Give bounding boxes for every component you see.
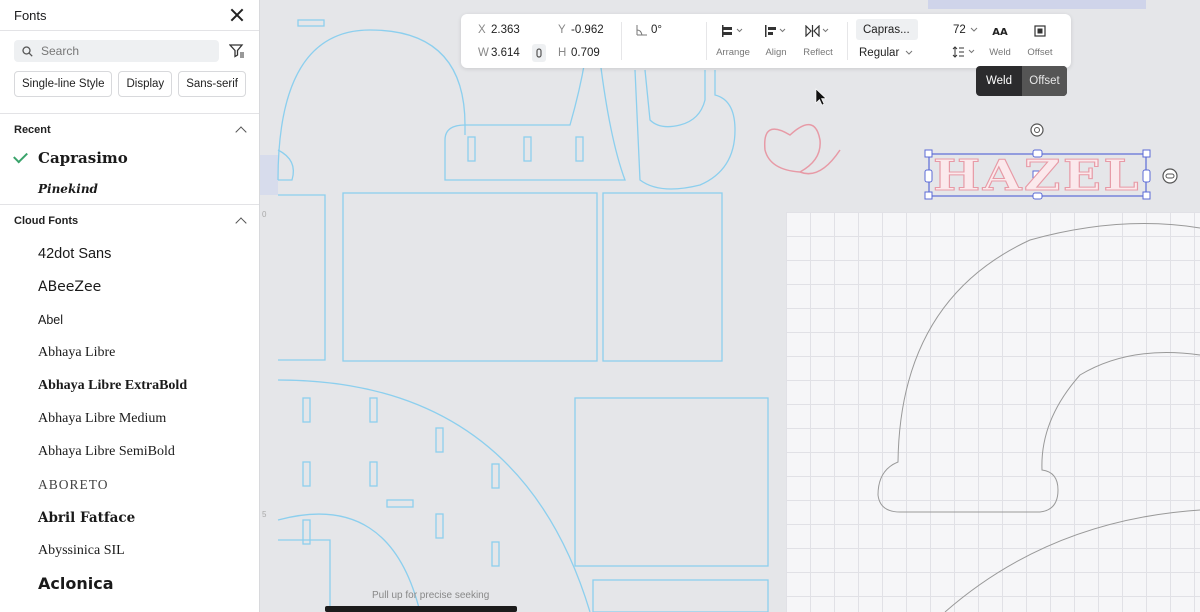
rainbow-shapes <box>877 223 1200 612</box>
resize-handle-icon[interactable] <box>1162 168 1178 184</box>
panel-left-shape <box>278 194 326 361</box>
align-button[interactable]: Align <box>757 14 795 68</box>
cloud-base-shape <box>444 59 626 181</box>
ruler-tick: 5 <box>262 510 267 519</box>
reflect-label: Reflect <box>803 47 833 58</box>
chevron-down-icon[interactable] <box>970 27 978 33</box>
arrange-label: Arrange <box>716 47 750 58</box>
slot-shape <box>491 463 500 489</box>
arrange-button[interactable]: Arrange <box>711 14 755 68</box>
slot-shape <box>302 461 311 487</box>
separator <box>847 22 848 60</box>
slot-shape <box>435 513 444 539</box>
slot-shape <box>491 541 500 567</box>
chevron-down-icon[interactable] <box>905 50 913 56</box>
lock-icon <box>536 48 542 58</box>
lock-ratio-button[interactable] <box>532 44 546 62</box>
rotation-field[interactable]: 0° <box>651 24 662 36</box>
seek-bar[interactable] <box>325 606 517 612</box>
cursor-icon <box>815 88 827 106</box>
cloud-outline-shape <box>634 69 736 190</box>
panel-side-shape <box>602 192 723 362</box>
big-arc-shape <box>277 379 591 612</box>
offset-label: Offset <box>1027 47 1053 58</box>
cloud-bump-shape <box>277 149 295 181</box>
slot-shape <box>297 19 325 27</box>
rotate-handle-icon[interactable] <box>1030 123 1044 137</box>
tooltip-weld: Weld <box>986 75 1012 87</box>
slot-shape <box>575 136 584 162</box>
slot-shape <box>523 136 532 162</box>
reflect-icon <box>805 25 829 37</box>
slot-shape <box>435 427 444 453</box>
rainbow-lower-shape <box>944 509 1200 612</box>
ruler-tick: 0 <box>262 210 267 219</box>
cloud-inner-shape <box>644 69 706 128</box>
hazel-text-object[interactable]: HAZEL <box>933 151 1141 201</box>
line-spacing-icon[interactable] <box>952 46 978 58</box>
y-value-field[interactable]: -0.962 <box>571 24 604 36</box>
slot-shape <box>386 499 414 508</box>
slot-shape <box>369 397 378 423</box>
separator <box>621 22 622 60</box>
ruler-highlight <box>260 155 278 195</box>
svg-text:AA: AA <box>992 27 1008 37</box>
font-size-field[interactable]: 72 <box>953 24 966 36</box>
h-value-field[interactable]: 0.709 <box>571 47 600 59</box>
slot-shape <box>467 136 476 162</box>
h-label: H <box>558 47 567 59</box>
x-value-field[interactable]: 2.363 <box>491 24 520 36</box>
weld-label: Weld <box>989 47 1011 58</box>
weld-button[interactable]: AA Weld <box>985 14 1015 68</box>
panel-front-shape <box>342 192 598 362</box>
offset-button[interactable]: Offset <box>1023 14 1057 68</box>
font-style-select[interactable]: Regular <box>859 47 899 59</box>
align-label: Align <box>765 47 787 58</box>
tooltip-offset: Offset <box>1022 66 1067 96</box>
w-label: W <box>478 47 489 59</box>
heart-shape <box>763 124 841 175</box>
properties-toolbar: X 2.363 Y -0.962 W 3.614 H 0.709 0° Arra… <box>461 14 1071 68</box>
panel-bottom-shape <box>592 579 769 612</box>
x-label: X <box>478 24 486 36</box>
separator <box>706 22 707 60</box>
w-value-field[interactable]: 3.614 <box>491 47 520 59</box>
weld-icon: AA <box>992 27 1008 37</box>
reflect-button[interactable]: Reflect <box>797 14 839 68</box>
rainbow-inner-shape <box>877 352 1200 513</box>
seek-hint: Pull up for precise seeking <box>372 590 490 601</box>
cloud-arc-shape <box>277 29 466 181</box>
rotation-icon <box>636 25 647 36</box>
slot-shape <box>302 397 311 423</box>
panel-back-shape <box>574 397 769 567</box>
align-icon <box>765 25 786 37</box>
arrange-icon <box>722 25 743 37</box>
tab-shape <box>278 539 331 612</box>
weld-offset-tooltip: Weld Offset <box>976 66 1067 96</box>
offset-icon <box>1034 25 1046 37</box>
slot-shape <box>369 461 378 487</box>
font-family-select[interactable]: Capras... <box>856 19 918 40</box>
cut-lines <box>277 19 769 612</box>
y-label: Y <box>558 24 566 36</box>
rainbow-outer-shape <box>877 223 1200 496</box>
